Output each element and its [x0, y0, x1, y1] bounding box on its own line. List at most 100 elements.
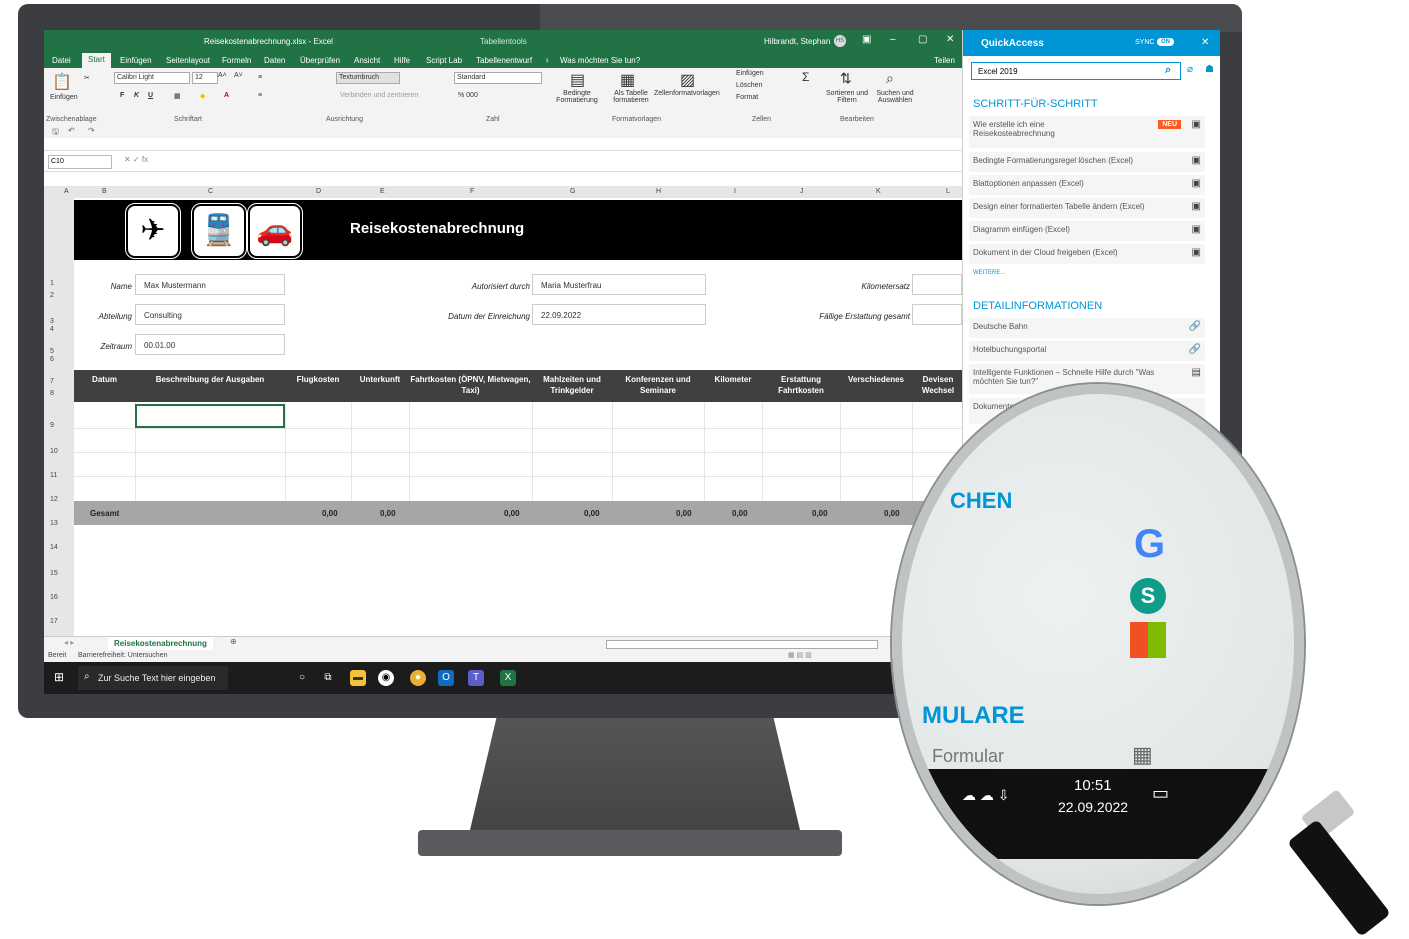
cell-styles-icon[interactable]: ▨ — [680, 70, 695, 90]
cortana-icon[interactable]: ○ — [294, 670, 310, 686]
th-currency[interactable]: Devisen Wechsel — [914, 374, 962, 396]
excel-icon[interactable]: X — [500, 670, 516, 686]
task-view-icon[interactable]: ⧉ — [320, 670, 336, 686]
th-conferences[interactable]: Konferenzen und Seminare — [612, 374, 704, 396]
horizontal-scrollbar[interactable] — [606, 640, 878, 649]
bold-icon[interactable]: F — [120, 92, 124, 99]
total-value[interactable]: 0,00 — [884, 509, 900, 518]
tab-hilfe[interactable]: Hilfe — [394, 56, 410, 65]
total-value[interactable]: 0,00 — [676, 509, 692, 518]
search-icon[interactable]: ⌕ — [1165, 64, 1171, 77]
close-icon[interactable]: ✕ — [946, 34, 954, 45]
col-header[interactable]: A — [64, 188, 69, 195]
tab-einfuegen[interactable]: Einfügen — [120, 56, 152, 65]
grow-font-icon[interactable]: A˄ — [218, 72, 227, 79]
col-header[interactable]: K — [876, 188, 881, 195]
th-mileage-refund[interactable]: Erstattung Fahrtkosten — [762, 374, 840, 396]
cond-format-icon[interactable]: ▤ — [570, 70, 585, 90]
redo-icon[interactable]: ↷ — [88, 126, 95, 135]
row-header[interactable]: 5 — [50, 348, 54, 355]
explorer-icon[interactable]: ▬ — [350, 670, 366, 686]
name-field[interactable]: Max Mustermann — [135, 274, 285, 295]
total-value[interactable]: 0,00 — [812, 509, 828, 518]
underline-icon[interactable]: U — [148, 92, 153, 99]
row-header[interactable]: 17 — [50, 618, 58, 625]
as-table-icon[interactable]: ▦ — [620, 70, 635, 90]
taskbar-search[interactable]: Zur Suche Text hier eingeben — [78, 666, 228, 690]
wrap-text-button[interactable]: Textumbruch — [336, 72, 400, 84]
th-kilometers[interactable]: Kilometer — [704, 374, 762, 385]
font-color-icon[interactable]: A — [224, 92, 229, 99]
detail-item[interactable]: Deutsche Bahn 🔗 — [969, 318, 1205, 338]
row-header[interactable]: 7 — [50, 378, 54, 385]
tab-daten[interactable]: Daten — [264, 56, 285, 65]
th-transport[interactable]: Fahrtkosten (ÖPNV, Mietwagen, Taxi) — [409, 374, 532, 396]
row-header[interactable]: 6 — [50, 356, 54, 363]
add-sheet-icon[interactable]: ⊕ — [230, 637, 237, 646]
th-meals[interactable]: Mahlzeiten und Trinkgelder — [532, 374, 612, 396]
font-size-select[interactable]: 12 — [192, 72, 218, 84]
period-field[interactable]: 00.01.00 — [135, 334, 285, 355]
cond-format-button[interactable]: Bedingte Formatierung — [552, 90, 602, 104]
as-table-button[interactable]: Als Tabelle formatieren — [606, 90, 656, 104]
th-date[interactable]: Datum — [74, 374, 135, 385]
shrink-font-icon[interactable]: A˅ — [234, 72, 243, 79]
user-icon[interactable]: ☗ — [1205, 64, 1214, 75]
teams-icon[interactable]: T — [468, 670, 484, 686]
tab-ueberpruefen[interactable]: Überprüfen — [300, 56, 340, 65]
row-header[interactable]: 9 — [50, 422, 54, 429]
col-header[interactable]: B — [102, 188, 107, 195]
name-box[interactable]: C10 — [48, 155, 112, 169]
tab-ansicht[interactable]: Ansicht — [354, 56, 380, 65]
save-icon[interactable]: 🖫 — [52, 126, 59, 140]
user-avatar[interactable]: HS — [834, 35, 846, 47]
th-description[interactable]: Beschreibung der Ausgaben — [135, 374, 285, 385]
tell-me-box[interactable]: Was möchten Sie tun? — [560, 56, 640, 65]
col-header[interactable]: C — [208, 188, 213, 195]
paste-icon[interactable]: 📋 — [52, 72, 72, 92]
close-icon[interactable]: ✕ — [1201, 37, 1209, 48]
border-icon[interactable]: ▦ — [174, 92, 181, 100]
row-header[interactable]: 11 — [50, 472, 57, 479]
auth-field[interactable]: Maria Musterfrau — [532, 274, 706, 295]
date-field[interactable]: 22.09.2022 — [532, 304, 706, 325]
more-link[interactable]: WEITERE... — [973, 270, 1005, 276]
col-header[interactable]: J — [800, 188, 804, 195]
outlook-icon[interactable]: O — [438, 670, 454, 686]
quickaccess-search[interactable]: Excel 2019 — [971, 62, 1181, 80]
percent-icon[interactable]: % 000 — [458, 92, 478, 99]
tab-formeln[interactable]: Formeln — [222, 56, 251, 65]
row-header[interactable]: 13 — [50, 520, 58, 527]
detail-item[interactable]: Hotelbuchungsportal 🔗 — [969, 341, 1205, 361]
attach-icon[interactable]: ⌀ — [1187, 64, 1193, 75]
sort-filter-button[interactable]: Sortieren und Filtern — [822, 90, 872, 104]
share-button[interactable]: Teilen — [934, 56, 955, 65]
col-header[interactable]: I — [734, 188, 736, 195]
windows-start-icon[interactable]: ⊞ — [54, 670, 64, 684]
step-item[interactable]: Blattoptionen anpassen (Excel) ▣ — [969, 175, 1205, 195]
italic-icon[interactable]: K — [134, 92, 139, 99]
sort-icon[interactable]: ⇅ — [840, 70, 852, 87]
merge-center-button[interactable]: Verbinden und zentrieren — [340, 92, 418, 99]
col-header[interactable]: H — [656, 188, 661, 195]
total-value[interactable]: 0,00 — [380, 509, 396, 518]
cell-styles-button[interactable]: Zellenformatvorlagen — [654, 90, 720, 97]
row-header[interactable]: 4 — [50, 326, 54, 333]
row-header[interactable]: 8 — [50, 390, 54, 397]
row-header[interactable]: 15 — [50, 570, 58, 577]
maximize-icon[interactable]: ▢ — [918, 34, 927, 45]
cut-icon[interactable]: ✂ — [84, 74, 90, 82]
minimize-icon[interactable]: – — [890, 34, 896, 45]
search-icon[interactable]: ⌕ — [886, 70, 894, 87]
step-item[interactable]: Design einer formatierten Tabelle ändern… — [969, 198, 1205, 218]
dept-field[interactable]: Consulting — [135, 304, 285, 325]
tab-start[interactable]: Start — [82, 53, 111, 69]
total-value[interactable]: 0,00 — [584, 509, 600, 518]
th-flights[interactable]: Flugkosten — [285, 374, 351, 385]
tab-script-lab[interactable]: Script Lab — [426, 56, 462, 65]
th-misc[interactable]: Verschiedenes — [840, 374, 912, 385]
col-header[interactable]: D — [316, 188, 321, 195]
align-top-icon[interactable]: ≡ — [258, 74, 262, 81]
autosum-icon[interactable]: Σ — [802, 70, 809, 84]
sync-toggle[interactable]: ON — [1157, 38, 1174, 46]
